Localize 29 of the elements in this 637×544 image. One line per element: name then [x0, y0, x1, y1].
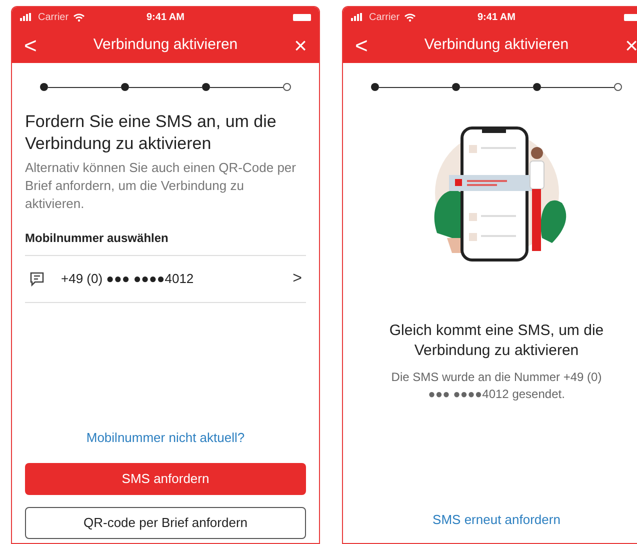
outdated-number-link[interactable]: Mobilnummer nicht aktuell?: [86, 428, 245, 447]
signal-icon: [351, 13, 365, 21]
back-button[interactable]: <: [24, 28, 48, 62]
resend-sms-link[interactable]: SMS erneut anfordern: [432, 510, 560, 529]
screen-title: Verbindung aktivieren: [424, 34, 569, 55]
qr-code-button[interactable]: QR-code per Brief anfordern: [25, 507, 306, 539]
screen-heading: Fordern Sie eine SMS an, um die Verbindung zu aktivieren: [25, 111, 278, 155]
phone-number: +49 (0) ●●● ●●●●4012: [61, 270, 195, 288]
back-button[interactable]: <: [355, 28, 379, 62]
wifi-icon: [404, 12, 416, 22]
battery-icon: [292, 14, 311, 20]
chevron-icon: >: [292, 267, 302, 291]
screen-title: Verbindung aktivieren: [93, 34, 238, 55]
close-button[interactable]: ×: [282, 28, 307, 62]
status-time: 9:41 AM: [478, 10, 516, 24]
carrier-label: Carrier: [369, 10, 400, 24]
signal-icon: [20, 13, 34, 21]
description-text: Alternativ können Sie auch einen QR-Code per Brief anfordern, um die Verbindung zu aktivieren.: [25, 159, 297, 213]
message-icon: [29, 271, 45, 287]
battery-icon: [624, 14, 637, 20]
section-label: Mobilnummer auswählen: [25, 230, 170, 247]
number-row[interactable]: +49 (0) ●●● ●●●●4012 >: [25, 255, 306, 303]
request-sms-button[interactable]: SMS anfordern: [25, 463, 306, 495]
status-time: 9:41 AM: [146, 10, 184, 24]
wifi-icon: [72, 12, 85, 22]
close-button[interactable]: ×: [614, 28, 637, 62]
carrier-label: Carrier: [38, 10, 69, 24]
description-text: Die SMS wurde an die Nummer +49 (0) ●●● ●●●●4012 gesendet.: [390, 369, 603, 403]
screen-heading: Gleich kommt eine SMS, um die Verbindung zu aktivieren: [388, 321, 605, 361]
